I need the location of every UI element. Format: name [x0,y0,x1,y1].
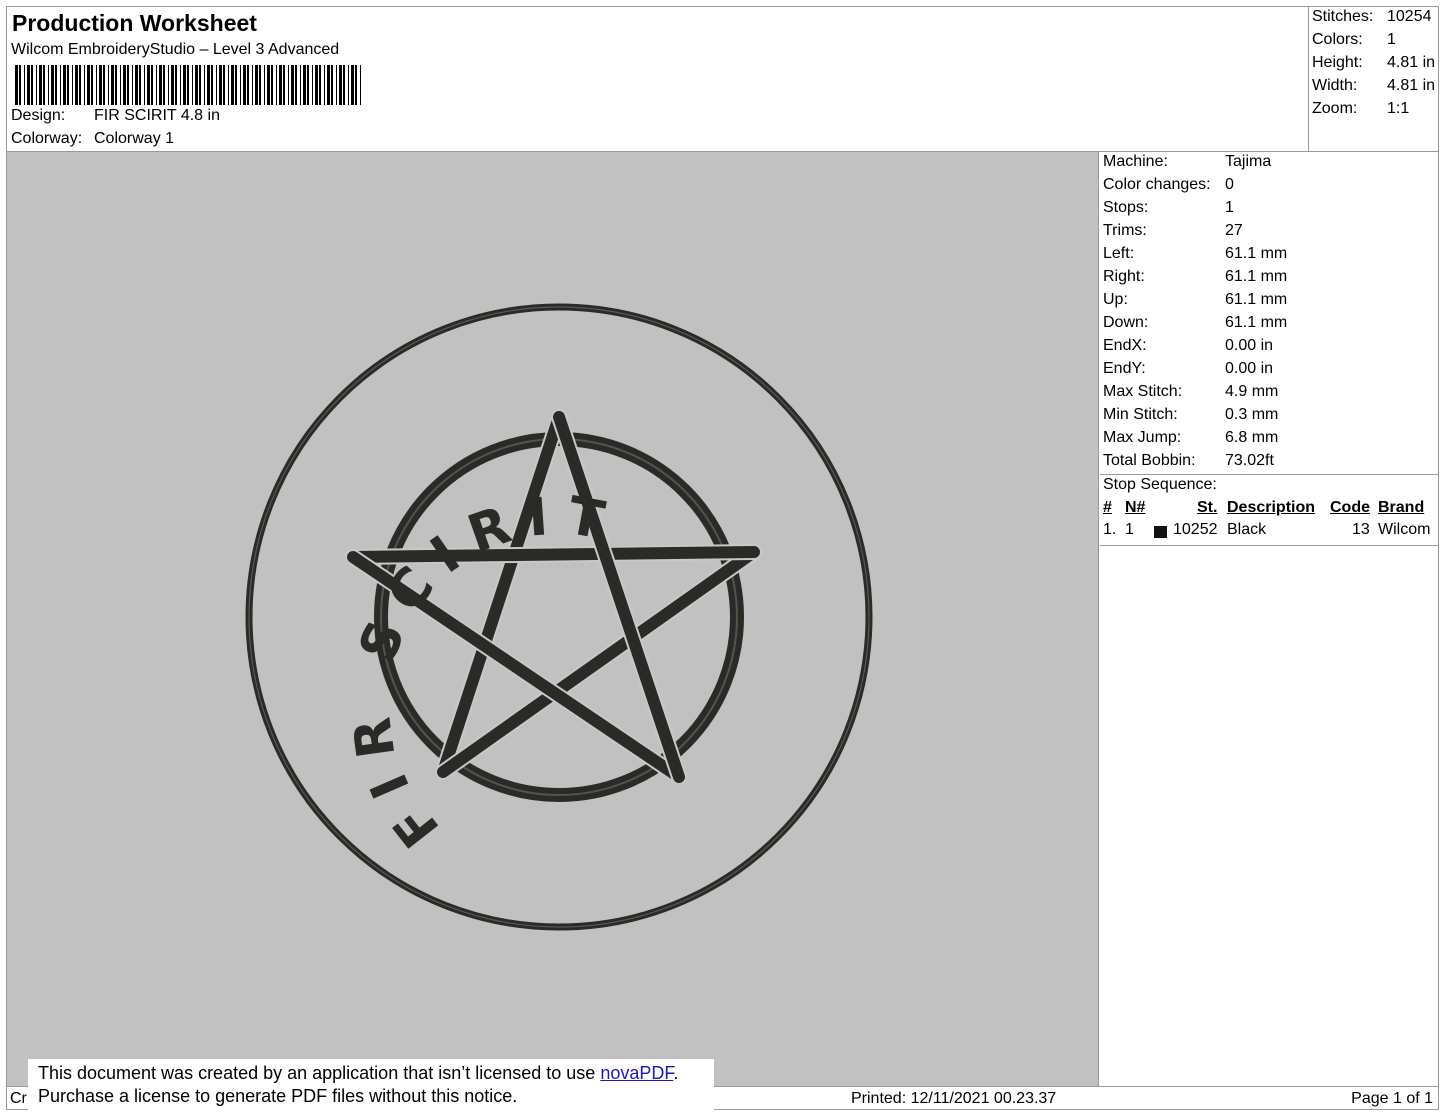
machine-info-row: Max Jump: 6.8 mm [1103,429,1437,452]
summary-value: 10254 [1387,8,1432,25]
machine-info-label: EndY: [1103,360,1146,377]
machine-info-value: 0.00 in [1225,337,1274,354]
machine-info-label: Left: [1103,245,1135,262]
page-number: Page 1 of 1 [1351,1090,1433,1107]
colorway-value: Colorway 1 [94,130,175,147]
colorway-row: Colorway: Colorway 1 [11,130,174,148]
stop-sequence-title: Stop Sequence: [1103,476,1217,493]
machine-info-value: 61.1 mm [1225,291,1288,308]
machine-info-label: Min Stitch: [1103,406,1178,423]
notice-line-2: Purchase a license to generate PDF files… [38,1086,518,1106]
summary-value: 1:1 [1387,100,1410,117]
col-code: Code [1330,499,1370,516]
machine-info-value: 1 [1225,199,1234,216]
machine-info-row: Color changes: 0 [1103,176,1437,199]
printed-timestamp: Printed: 12/11/2021 00.23.37 [851,1090,1057,1107]
row-brand: Wilcom [1378,521,1431,538]
embroidery-design: FIR SCIRIT [245,303,873,931]
summary-value: 4.81 in [1387,77,1436,94]
machine-info-row: Left: 61.1 mm [1103,245,1437,268]
row-num: 1. [1103,521,1117,538]
summary-height: Height: 4.81 in [1312,54,1438,76]
row-description: Black [1227,521,1267,538]
outer-ring [245,303,873,931]
summary-label: Width: [1312,77,1358,94]
summary-value: 4.81 in [1387,54,1436,71]
stop-sequence-row: 1. 1 10252 Black 13 Wilcom [1100,521,1439,543]
notice-line-1: This document was created by an applicat… [38,1062,714,1085]
created-label: Cr [10,1090,27,1107]
machine-info-value: 0.00 in [1225,360,1274,377]
col-description: Description [1227,499,1316,516]
machine-info-row: Down: 61.1 mm [1103,314,1437,337]
machine-info-value: Tajima [1225,153,1272,170]
machine-info-label: Stops: [1103,199,1149,216]
colorway-label: Colorway: [11,130,83,147]
machine-info-row: Total Bobbin: 73.02ft [1103,452,1437,475]
machine-info-value: 0 [1225,176,1234,193]
machine-info-label: Right: [1103,268,1145,285]
machine-info-label: Max Jump: [1103,429,1182,446]
color-swatch [1154,526,1167,538]
design-row: Design: FIR SCIRIT 4.8 in [11,107,220,125]
machine-info-row: Max Stitch: 4.9 mm [1103,383,1437,406]
worksheet-header: Production Worksheet Wilcom EmbroiderySt… [6,6,1309,152]
row-st: 10252 [1173,521,1218,538]
machine-info-label: Machine: [1103,153,1168,170]
row-code: 13 [1352,521,1370,538]
license-notice: This document was created by an applicat… [28,1059,714,1111]
machine-info-value: 73.02ft [1225,452,1274,469]
notice-text: This document was created by an applicat… [38,1063,601,1083]
summary-width: Width: 4.81 in [1312,77,1438,99]
col-st: St. [1197,499,1218,516]
summary-value: 1 [1387,31,1396,48]
machine-info-row: Machine: Tajima [1103,153,1437,176]
section-divider [1100,545,1439,546]
novapdf-link[interactable]: novaPDF [600,1063,673,1083]
notice-period: . [673,1063,679,1083]
machine-info-label: Color changes: [1103,176,1211,193]
design-preview: FIR SCIRIT [7,152,1099,1086]
summary-stitches: Stitches: 10254 [1312,8,1438,30]
design-label: Design: [11,107,66,124]
machine-info-row: EndY: 0.00 in [1103,360,1437,383]
machine-info-label: Max Stitch: [1103,383,1183,400]
machine-info-row: Up: 61.1 mm [1103,291,1437,314]
summary-colors: Colors: 1 [1312,31,1438,53]
software-name: Wilcom EmbroideryStudio – Level 3 Advanc… [11,41,340,58]
machine-info-panel: Stop Sequence: # N# St. Description Code… [1100,152,1439,1086]
machine-info-value: 61.1 mm [1225,314,1288,331]
machine-info-value: 27 [1225,222,1243,239]
machine-info-value: 4.9 mm [1225,383,1279,400]
machine-info-label: Up: [1103,291,1128,308]
summary-label: Stitches: [1312,8,1374,25]
machine-info-value: 0.3 mm [1225,406,1279,423]
summary-panel: Stitches: 10254 Colors: 1 Height: 4.81 in W… [1308,6,1439,152]
machine-info-label: EndX: [1103,337,1147,354]
machine-info-value: 61.1 mm [1225,245,1288,262]
row-n: 1 [1125,521,1134,538]
stop-sequence-header: # N# St. Description Code Brand [1100,499,1439,521]
page-title: Production Worksheet [12,10,257,36]
col-n: N# [1125,499,1146,516]
col-brand: Brand [1378,499,1425,516]
design-value: FIR SCIRIT 4.8 in [94,107,220,124]
machine-info-row: EndX: 0.00 in [1103,337,1437,360]
machine-info-row: Stops: 1 [1103,199,1437,222]
summary-label: Colors: [1312,31,1363,48]
machine-info-row: Right: 61.1 mm [1103,268,1437,291]
machine-info-label: Total Bobbin: [1103,452,1196,469]
machine-info-row: Trims: 27 [1103,222,1437,245]
machine-info-label: Trims: [1103,222,1147,239]
summary-zoom: Zoom: 1:1 [1312,100,1438,122]
machine-info-row: Min Stitch: 0.3 mm [1103,406,1437,429]
machine-info-label: Down: [1103,314,1149,331]
machine-info-value: 6.8 mm [1225,429,1279,446]
col-num: # [1103,499,1112,516]
summary-label: Zoom: [1312,100,1358,117]
summary-label: Height: [1312,54,1363,71]
barcode-image [15,65,361,105]
machine-info-value: 61.1 mm [1225,268,1288,285]
